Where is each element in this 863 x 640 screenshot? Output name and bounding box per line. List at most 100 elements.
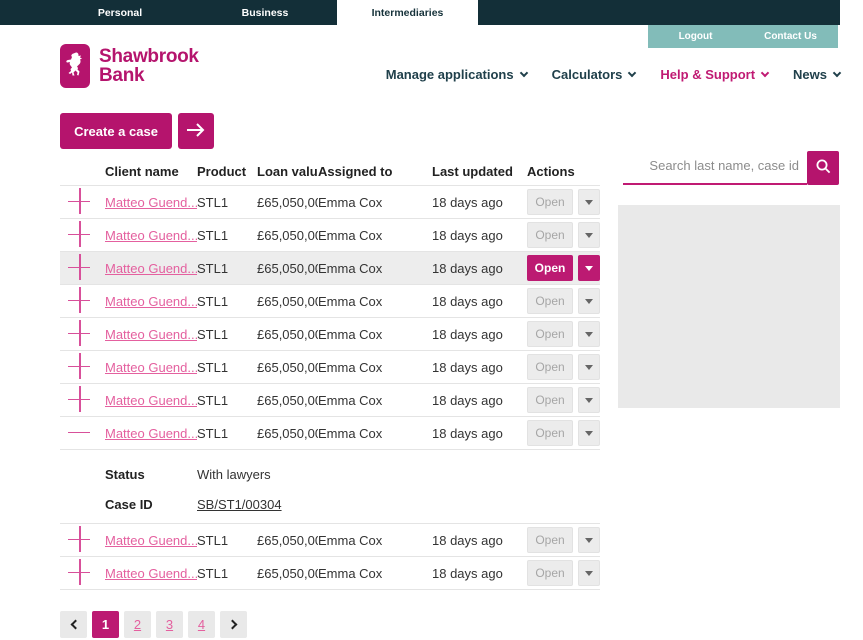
- actions-cell: Open: [527, 420, 600, 446]
- create-a-case-arrow-button[interactable]: [178, 113, 214, 149]
- row-actions-dropdown-button[interactable]: [578, 189, 600, 215]
- client-name-link[interactable]: Matteo Guend...: [105, 360, 197, 375]
- nav-news-label: News: [793, 67, 827, 82]
- actions-cell: Open: [527, 354, 600, 380]
- expand-row-icon[interactable]: [68, 320, 90, 346]
- expand-row-icon[interactable]: [68, 188, 90, 214]
- logout-link[interactable]: Logout: [648, 25, 743, 48]
- row-actions-dropdown-button[interactable]: [578, 354, 600, 380]
- last-updated-cell: 18 days ago: [432, 426, 527, 441]
- client-name-link[interactable]: Matteo Guend...: [105, 294, 197, 309]
- open-case-button[interactable]: Open: [527, 321, 573, 347]
- open-case-button[interactable]: Open: [527, 387, 573, 413]
- main-nav: Manage applications Calculators Help & S…: [440, 67, 840, 82]
- pagination-page-1[interactable]: 1: [92, 611, 119, 638]
- actions-cell: Open: [527, 288, 600, 314]
- header-loan-value: Loan value: [257, 164, 318, 179]
- nav-calculators[interactable]: Calculators: [552, 67, 636, 82]
- loan-value-cell: £65,050,00: [257, 327, 318, 342]
- last-updated-cell: 18 days ago: [432, 566, 527, 581]
- assigned-to-cell: Emma Cox: [318, 327, 432, 342]
- client-name-link[interactable]: Matteo Guend...: [105, 393, 197, 408]
- product-cell: STL1: [197, 533, 257, 548]
- product-cell: STL1: [197, 360, 257, 375]
- caret-down-icon: [585, 266, 593, 271]
- row-actions-dropdown-button[interactable]: [578, 560, 600, 586]
- nav-calculators-label: Calculators: [552, 67, 623, 82]
- loan-value-cell: £65,050,00: [257, 393, 318, 408]
- contact-us-link[interactable]: Contact Us: [743, 25, 838, 48]
- tab-business-label: Business: [242, 7, 289, 19]
- chevron-left-icon: [70, 620, 80, 630]
- loan-value-cell: £65,050,00: [257, 294, 318, 309]
- pagination-next-button[interactable]: [220, 611, 247, 638]
- table-row: Matteo Guend...STL1£65,050,00Emma Cox18 …: [60, 524, 600, 557]
- assigned-to-cell: Emma Cox: [318, 393, 432, 408]
- create-a-case-button[interactable]: Create a case: [60, 113, 172, 149]
- open-case-button[interactable]: Open: [527, 222, 573, 248]
- expander-cell: [60, 559, 105, 588]
- chevron-down-icon: [761, 69, 769, 77]
- open-case-button[interactable]: Open: [527, 288, 573, 314]
- table-row: Matteo Guend...STL1£65,050,00Emma Cox18 …: [60, 219, 600, 252]
- open-case-button[interactable]: Open: [527, 560, 573, 586]
- pagination-prev-button[interactable]: [60, 611, 87, 638]
- open-case-button[interactable]: Open: [527, 255, 573, 281]
- table-row: Matteo Guend...STL1£65,050,00Emma Cox18 …: [60, 351, 600, 384]
- collapse-row-icon[interactable]: [68, 419, 90, 445]
- last-updated-cell: 18 days ago: [432, 533, 527, 548]
- search-button[interactable]: [807, 151, 839, 185]
- expand-row-icon[interactable]: [68, 386, 90, 412]
- open-case-button[interactable]: Open: [527, 189, 573, 215]
- expand-row-icon[interactable]: [68, 353, 90, 379]
- nav-manage-applications[interactable]: Manage applications: [386, 67, 527, 82]
- row-actions-dropdown-button[interactable]: [578, 527, 600, 553]
- nav-help-support[interactable]: Help & Support: [660, 67, 768, 82]
- nav-news[interactable]: News: [793, 67, 840, 82]
- tab-intermediaries[interactable]: Intermediaries: [337, 0, 478, 25]
- caret-down-icon: [585, 200, 593, 205]
- case-id-link[interactable]: SB/ST1/00304: [197, 497, 600, 512]
- caret-down-icon: [585, 299, 593, 304]
- client-name-link[interactable]: Matteo Guend...: [105, 566, 197, 581]
- client-name-link[interactable]: Matteo Guend...: [105, 533, 197, 548]
- chevron-down-icon: [833, 69, 841, 77]
- client-name-link[interactable]: Matteo Guend...: [105, 426, 197, 441]
- row-actions-dropdown-button[interactable]: [578, 288, 600, 314]
- expander-cell: [60, 320, 105, 349]
- client-name-link[interactable]: Matteo Guend...: [105, 327, 197, 342]
- open-case-button[interactable]: Open: [527, 527, 573, 553]
- last-updated-cell: 18 days ago: [432, 327, 527, 342]
- brand: Shawbrook Bank: [60, 44, 199, 88]
- pagination-page-4[interactable]: 4: [188, 611, 215, 638]
- open-case-button[interactable]: Open: [527, 420, 573, 446]
- expand-row-icon[interactable]: [68, 559, 90, 585]
- expand-row-icon[interactable]: [68, 221, 90, 247]
- loan-value-cell: £65,050,00: [257, 566, 318, 581]
- caret-down-icon: [585, 233, 593, 238]
- chevron-down-icon: [628, 69, 636, 77]
- tab-business[interactable]: Business: [215, 0, 315, 25]
- tab-personal-label: Personal: [98, 7, 142, 19]
- tab-personal[interactable]: Personal: [70, 0, 170, 25]
- table-row: Matteo Guend...STL1£65,050,00Emma Cox18 …: [60, 384, 600, 417]
- pagination-page-2[interactable]: 2: [124, 611, 151, 638]
- expand-row-icon[interactable]: [68, 254, 90, 280]
- expander-cell: [60, 353, 105, 382]
- row-actions-dropdown-button[interactable]: [578, 387, 600, 413]
- table-row: Matteo Guend...STL1£65,050,00Emma Cox18 …: [60, 557, 600, 590]
- row-actions-dropdown-button[interactable]: [578, 255, 600, 281]
- client-name-link[interactable]: Matteo Guend...: [105, 195, 197, 210]
- pagination-page-3[interactable]: 3: [156, 611, 183, 638]
- client-name-link[interactable]: Matteo Guend...: [105, 261, 197, 276]
- row-actions-dropdown-button[interactable]: [578, 222, 600, 248]
- last-updated-cell: 18 days ago: [432, 195, 527, 210]
- open-case-button[interactable]: Open: [527, 354, 573, 380]
- search-input[interactable]: [623, 151, 807, 185]
- row-actions-dropdown-button[interactable]: [578, 321, 600, 347]
- row-actions-dropdown-button[interactable]: [578, 420, 600, 446]
- client-name-link[interactable]: Matteo Guend...: [105, 228, 197, 243]
- expand-row-icon[interactable]: [68, 287, 90, 313]
- caret-down-icon: [585, 538, 593, 543]
- expand-row-icon[interactable]: [68, 526, 90, 552]
